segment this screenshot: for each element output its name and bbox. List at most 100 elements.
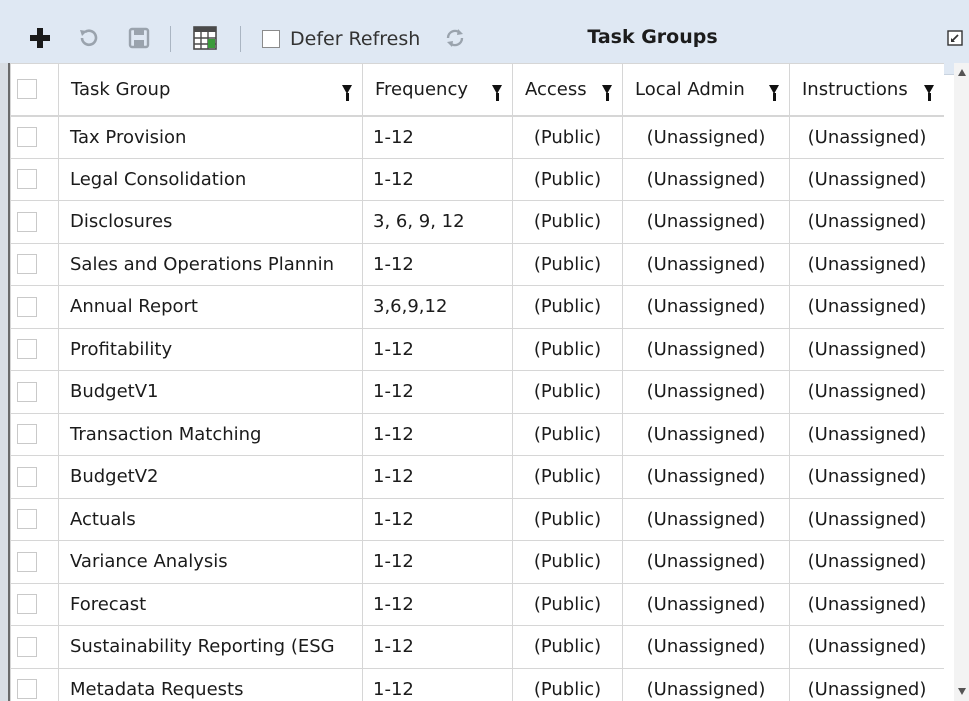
access-cell[interactable]: (Public)	[512, 242, 623, 286]
row-checkbox[interactable]	[17, 466, 37, 487]
row-select-cell[interactable]	[10, 242, 59, 286]
access-cell[interactable]: (Public)	[512, 412, 623, 456]
frequency-cell[interactable]: 1-12	[362, 412, 513, 456]
task-group-cell[interactable]: Forecast	[58, 582, 363, 626]
row-checkbox[interactable]	[17, 296, 37, 317]
access-cell[interactable]: (Public)	[512, 200, 623, 244]
row-checkbox[interactable]	[17, 636, 37, 657]
task-group-cell[interactable]: Annual Report	[58, 285, 363, 329]
task-group-cell[interactable]: Sales and Operations Plannin	[58, 242, 363, 286]
instructions-cell[interactable]: (Unassigned)	[789, 455, 944, 499]
local-admin-cell[interactable]: (Unassigned)	[622, 200, 790, 244]
task-group-cell[interactable]: Actuals	[58, 497, 363, 541]
defer-refresh-toggle[interactable]: Defer Refresh	[262, 26, 420, 52]
instructions-cell[interactable]: (Unassigned)	[789, 582, 944, 626]
local-admin-cell[interactable]: (Unassigned)	[622, 370, 790, 414]
row-checkbox[interactable]	[17, 339, 37, 360]
filter-icon[interactable]	[492, 84, 502, 101]
row-checkbox[interactable]	[17, 509, 37, 530]
local-admin-cell[interactable]: (Unassigned)	[622, 625, 790, 669]
table-row[interactable]: Profitability 1-12 (Public) (Unassigned) (Un…	[10, 327, 944, 371]
task-group-cell[interactable]: Variance Analysis	[58, 540, 363, 584]
instructions-cell[interactable]: (Unassigned)	[789, 157, 944, 201]
access-cell[interactable]: (Public)	[512, 625, 623, 669]
local-admin-cell[interactable]: (Unassigned)	[622, 285, 790, 329]
instructions-cell[interactable]: (Unassigned)	[789, 497, 944, 541]
column-header-instructions[interactable]: Instructions	[789, 63, 944, 117]
column-header-local-admin[interactable]: Local Admin	[622, 63, 790, 117]
local-admin-cell[interactable]: (Unassigned)	[622, 157, 790, 201]
frequency-cell[interactable]: 1-12	[362, 582, 513, 626]
table-row[interactable]: Tax Provision 1-12 (Public) (Unassigned) (Un…	[10, 115, 944, 159]
select-all-header[interactable]	[10, 63, 59, 117]
access-cell[interactable]: (Public)	[512, 667, 623, 701]
row-select-cell[interactable]	[10, 327, 59, 371]
frequency-cell[interactable]: 3,6,9,12	[362, 285, 513, 329]
task-group-cell[interactable]: Legal Consolidation	[58, 157, 363, 201]
table-row[interactable]: Forecast 1-12 (Public) (Unassigned) (Unassig…	[10, 582, 944, 626]
access-cell[interactable]: (Public)	[512, 497, 623, 541]
instructions-cell[interactable]: (Unassigned)	[789, 200, 944, 244]
row-select-cell[interactable]	[10, 667, 59, 701]
row-checkbox[interactable]	[17, 254, 37, 275]
plus-icon[interactable]	[26, 24, 54, 52]
local-admin-cell[interactable]: (Unassigned)	[622, 242, 790, 286]
task-group-cell[interactable]: Sustainability Reporting (ESG	[58, 625, 363, 669]
table-row[interactable]: Transaction Matching 1-12 (Public) (Unassig…	[10, 412, 944, 456]
task-group-cell[interactable]: BudgetV1	[58, 370, 363, 414]
task-group-cell[interactable]: Profitability	[58, 327, 363, 371]
row-checkbox[interactable]	[17, 381, 37, 402]
table-row[interactable]: BudgetV1 1-12 (Public) (Unassigned) (Unassig…	[10, 370, 944, 414]
local-admin-cell[interactable]: (Unassigned)	[622, 412, 790, 456]
frequency-cell[interactable]: 1-12	[362, 157, 513, 201]
row-select-cell[interactable]	[10, 412, 59, 456]
table-row[interactable]: Annual Report 3,6,9,12 (Public) (Unassigned…	[10, 285, 944, 329]
table-row[interactable]: Legal Consolidation 1-12 (Public) (Unassign…	[10, 157, 944, 201]
access-cell[interactable]: (Public)	[512, 455, 623, 499]
local-admin-cell[interactable]: (Unassigned)	[622, 582, 790, 626]
filter-icon[interactable]	[769, 84, 779, 101]
local-admin-cell[interactable]: (Unassigned)	[622, 540, 790, 584]
table-row[interactable]: Sustainability Reporting (ESG 1-12 (Public…	[10, 625, 944, 669]
access-cell[interactable]: (Public)	[512, 582, 623, 626]
task-group-cell[interactable]: Disclosures	[58, 200, 363, 244]
column-header-access[interactable]: Access	[512, 63, 623, 117]
instructions-cell[interactable]: (Unassigned)	[789, 412, 944, 456]
access-cell[interactable]: (Public)	[512, 285, 623, 329]
table-row[interactable]: Sales and Operations Plannin 1-12 (Public)…	[10, 242, 944, 286]
frequency-cell[interactable]: 1-12	[362, 370, 513, 414]
local-admin-cell[interactable]: (Unassigned)	[622, 497, 790, 541]
save-icon[interactable]	[126, 25, 152, 51]
access-cell[interactable]: (Public)	[512, 327, 623, 371]
grid-settings-icon[interactable]	[190, 23, 220, 53]
instructions-cell[interactable]: (Unassigned)	[789, 667, 944, 701]
scroll-up-arrow-icon[interactable]	[958, 69, 966, 76]
row-checkbox[interactable]	[17, 127, 37, 147]
popout-icon[interactable]	[946, 29, 964, 47]
access-cell[interactable]: (Public)	[512, 115, 623, 159]
table-row[interactable]: Variance Analysis 1-12 (Public) (Unassigned…	[10, 540, 944, 584]
task-group-cell[interactable]: Tax Provision	[58, 115, 363, 159]
row-select-cell[interactable]	[10, 115, 59, 159]
instructions-cell[interactable]: (Unassigned)	[789, 327, 944, 371]
instructions-cell[interactable]: (Unassigned)	[789, 625, 944, 669]
row-select-cell[interactable]	[10, 370, 59, 414]
instructions-cell[interactable]: (Unassigned)	[789, 285, 944, 329]
frequency-cell[interactable]: 1-12	[362, 327, 513, 371]
local-admin-cell[interactable]: (Unassigned)	[622, 455, 790, 499]
row-select-cell[interactable]	[10, 455, 59, 499]
undo-icon[interactable]	[75, 25, 101, 51]
column-header-frequency[interactable]: Frequency	[362, 63, 513, 117]
row-select-cell[interactable]	[10, 540, 59, 584]
column-header-task-group[interactable]: Task Group	[58, 63, 363, 117]
instructions-cell[interactable]: (Unassigned)	[789, 242, 944, 286]
filter-icon[interactable]	[342, 84, 352, 101]
row-checkbox[interactable]	[17, 551, 37, 572]
task-group-cell[interactable]: Transaction Matching	[58, 412, 363, 456]
filter-icon[interactable]	[602, 84, 612, 101]
frequency-cell[interactable]: 1-12	[362, 540, 513, 584]
local-admin-cell[interactable]: (Unassigned)	[622, 115, 790, 159]
frequency-cell[interactable]: 1-12	[362, 625, 513, 669]
row-select-cell[interactable]	[10, 285, 59, 329]
row-checkbox[interactable]	[17, 211, 37, 232]
